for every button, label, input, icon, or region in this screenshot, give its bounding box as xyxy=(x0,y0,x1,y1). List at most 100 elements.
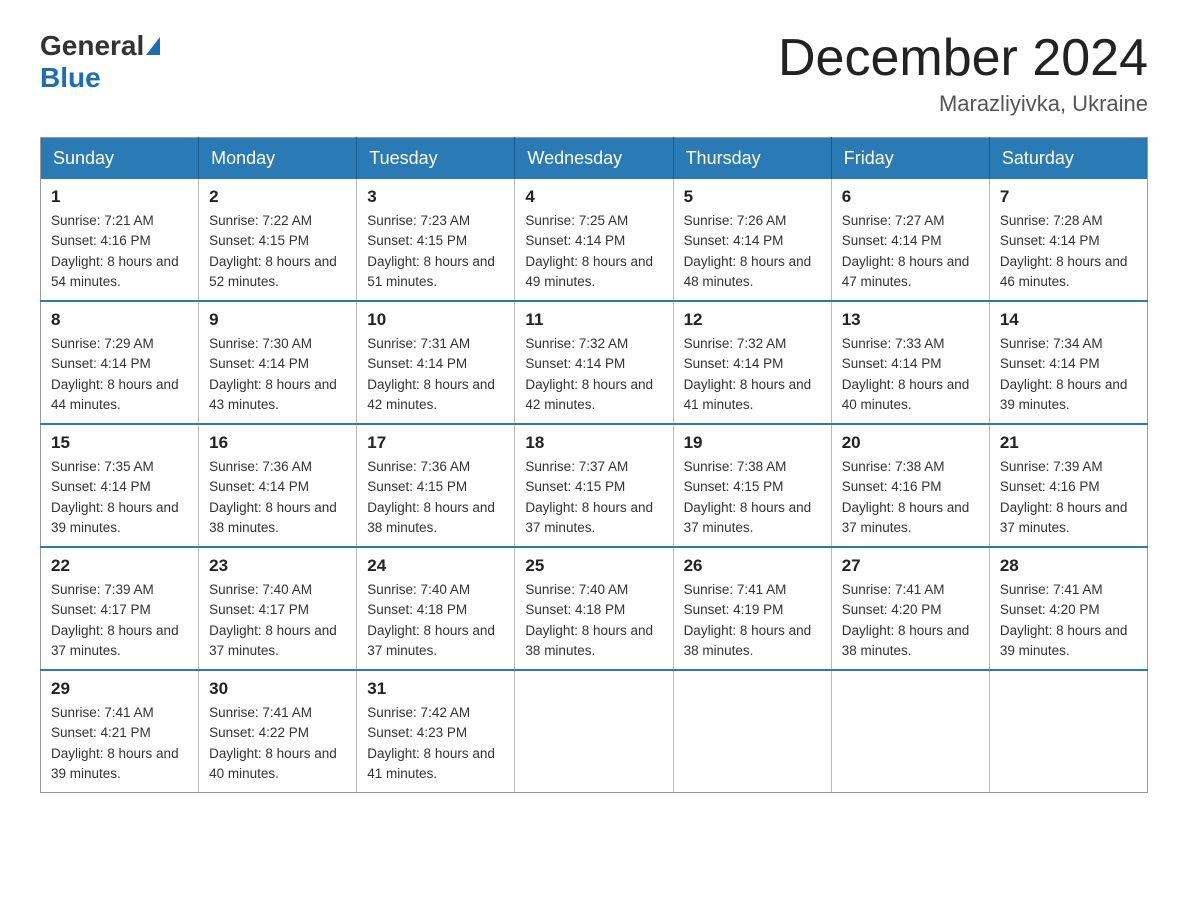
logo-general-text: General xyxy=(40,30,144,62)
day-number: 12 xyxy=(684,310,821,330)
calendar-day-cell: 7Sunrise: 7:28 AMSunset: 4:14 PMDaylight… xyxy=(989,179,1147,301)
weekday-header-sunday: Sunday xyxy=(41,138,199,180)
day-sun-info: Sunrise: 7:36 AMSunset: 4:14 PMDaylight:… xyxy=(209,457,346,538)
day-number: 16 xyxy=(209,433,346,453)
day-number: 10 xyxy=(367,310,504,330)
day-number: 11 xyxy=(525,310,662,330)
logo-triangle-icon xyxy=(146,37,160,55)
location-subtitle: Marazliyivka, Ukraine xyxy=(778,91,1148,117)
day-sun-info: Sunrise: 7:39 AMSunset: 4:17 PMDaylight:… xyxy=(51,580,188,661)
calendar-table: SundayMondayTuesdayWednesdayThursdayFrid… xyxy=(40,137,1148,793)
day-number: 19 xyxy=(684,433,821,453)
day-number: 27 xyxy=(842,556,979,576)
day-sun-info: Sunrise: 7:42 AMSunset: 4:23 PMDaylight:… xyxy=(367,703,504,784)
calendar-week-row: 22 Sunrise: 7:39 AMSunset: 4:17 PMDayligh… xyxy=(41,547,1148,670)
day-sun-info: Sunrise: 7:40 AMSunset: 4:18 PMDaylight:… xyxy=(367,580,504,661)
day-number: 18 xyxy=(525,433,662,453)
day-sun-info: Sunrise: 7:30 AMSunset: 4:14 PMDaylight:… xyxy=(209,334,346,415)
calendar-empty-cell xyxy=(989,670,1147,793)
calendar-day-cell: 6 Sunrise: 7:27 AMSunset: 4:14 PMDaylight… xyxy=(831,179,989,301)
calendar-day-cell: 25 Sunrise: 7:40 AMSunset: 4:18 PMDayligh… xyxy=(515,547,673,670)
day-sun-info: Sunrise: 7:40 AMSunset: 4:18 PMDaylight:… xyxy=(525,580,662,661)
weekday-header-wednesday: Wednesday xyxy=(515,138,673,180)
calendar-empty-cell xyxy=(831,670,989,793)
calendar-week-row: 1 Sunrise: 7:21 AMSunset: 4:16 PMDaylight… xyxy=(41,179,1148,301)
day-number: 24 xyxy=(367,556,504,576)
day-number: 31 xyxy=(367,679,504,699)
day-number: 2 xyxy=(209,187,346,207)
calendar-day-cell: 14 Sunrise: 7:34 AMSunset: 4:14 PMDayligh… xyxy=(989,301,1147,424)
day-sun-info: Sunrise: 7:39 AMSunset: 4:16 PMDaylight:… xyxy=(1000,457,1137,538)
day-sun-info: Sunrise: 7:33 AMSunset: 4:14 PMDaylight:… xyxy=(842,334,979,415)
month-title: December 2024 xyxy=(778,30,1148,87)
calendar-day-cell: 12 Sunrise: 7:32 AMSunset: 4:14 PMDayligh… xyxy=(673,301,831,424)
calendar-header-row: SundayMondayTuesdayWednesdayThursdayFrid… xyxy=(41,138,1148,180)
day-number: 30 xyxy=(209,679,346,699)
calendar-day-cell: 26 Sunrise: 7:41 AMSunset: 4:19 PMDayligh… xyxy=(673,547,831,670)
day-sun-info: Sunrise: 7:41 AMSunset: 4:20 PMDaylight:… xyxy=(842,580,979,661)
day-number: 15 xyxy=(51,433,188,453)
day-number: 7 xyxy=(1000,187,1137,207)
day-number: 17 xyxy=(367,433,504,453)
calendar-week-row: 29Sunrise: 7:41 AMSunset: 4:21 PMDayligh… xyxy=(41,670,1148,793)
calendar-day-cell: 24 Sunrise: 7:40 AMSunset: 4:18 PMDayligh… xyxy=(357,547,515,670)
day-sun-info: Sunrise: 7:21 AMSunset: 4:16 PMDaylight:… xyxy=(51,211,188,292)
day-sun-info: Sunrise: 7:40 AMSunset: 4:17 PMDaylight:… xyxy=(209,580,346,661)
day-number: 5 xyxy=(684,187,821,207)
calendar-day-cell: 16 Sunrise: 7:36 AMSunset: 4:14 PMDayligh… xyxy=(199,424,357,547)
calendar-day-cell: 5Sunrise: 7:26 AMSunset: 4:14 PMDaylight… xyxy=(673,179,831,301)
day-number: 22 xyxy=(51,556,188,576)
calendar-day-cell: 27 Sunrise: 7:41 AMSunset: 4:20 PMDayligh… xyxy=(831,547,989,670)
day-sun-info: Sunrise: 7:22 AMSunset: 4:15 PMDaylight:… xyxy=(209,211,346,292)
calendar-day-cell: 29Sunrise: 7:41 AMSunset: 4:21 PMDayligh… xyxy=(41,670,199,793)
calendar-empty-cell xyxy=(673,670,831,793)
calendar-day-cell: 21 Sunrise: 7:39 AMSunset: 4:16 PMDayligh… xyxy=(989,424,1147,547)
day-sun-info: Sunrise: 7:34 AMSunset: 4:14 PMDaylight:… xyxy=(1000,334,1137,415)
day-sun-info: Sunrise: 7:23 AMSunset: 4:15 PMDaylight:… xyxy=(367,211,504,292)
calendar-day-cell: 4Sunrise: 7:25 AMSunset: 4:14 PMDaylight… xyxy=(515,179,673,301)
day-number: 14 xyxy=(1000,310,1137,330)
day-sun-info: Sunrise: 7:41 AMSunset: 4:22 PMDaylight:… xyxy=(209,703,346,784)
calendar-day-cell: 9 Sunrise: 7:30 AMSunset: 4:14 PMDaylight… xyxy=(199,301,357,424)
weekday-header-saturday: Saturday xyxy=(989,138,1147,180)
day-number: 25 xyxy=(525,556,662,576)
day-number: 4 xyxy=(525,187,662,207)
calendar-week-row: 8Sunrise: 7:29 AMSunset: 4:14 PMDaylight… xyxy=(41,301,1148,424)
day-sun-info: Sunrise: 7:31 AMSunset: 4:14 PMDaylight:… xyxy=(367,334,504,415)
day-number: 1 xyxy=(51,187,188,207)
calendar-week-row: 15 Sunrise: 7:35 AMSunset: 4:14 PMDayligh… xyxy=(41,424,1148,547)
day-sun-info: Sunrise: 7:41 AMSunset: 4:19 PMDaylight:… xyxy=(684,580,821,661)
day-number: 6 xyxy=(842,187,979,207)
calendar-day-cell: 11 Sunrise: 7:32 AMSunset: 4:14 PMDayligh… xyxy=(515,301,673,424)
day-sun-info: Sunrise: 7:27 AMSunset: 4:14 PMDaylight:… xyxy=(842,211,979,292)
weekday-header-tuesday: Tuesday xyxy=(357,138,515,180)
weekday-header-friday: Friday xyxy=(831,138,989,180)
logo: General Blue xyxy=(40,30,162,94)
day-number: 3 xyxy=(367,187,504,207)
day-number: 20 xyxy=(842,433,979,453)
day-sun-info: Sunrise: 7:38 AMSunset: 4:16 PMDaylight:… xyxy=(842,457,979,538)
calendar-day-cell: 15 Sunrise: 7:35 AMSunset: 4:14 PMDayligh… xyxy=(41,424,199,547)
calendar-day-cell: 22 Sunrise: 7:39 AMSunset: 4:17 PMDayligh… xyxy=(41,547,199,670)
day-number: 9 xyxy=(209,310,346,330)
day-number: 21 xyxy=(1000,433,1137,453)
calendar-day-cell: 30 Sunrise: 7:41 AMSunset: 4:22 PMDayligh… xyxy=(199,670,357,793)
calendar-day-cell: 19Sunrise: 7:38 AMSunset: 4:15 PMDayligh… xyxy=(673,424,831,547)
day-sun-info: Sunrise: 7:32 AMSunset: 4:14 PMDaylight:… xyxy=(684,334,821,415)
calendar-day-cell: 31 Sunrise: 7:42 AMSunset: 4:23 PMDayligh… xyxy=(357,670,515,793)
title-area: December 2024 Marazliyivka, Ukraine xyxy=(778,30,1148,117)
day-sun-info: Sunrise: 7:32 AMSunset: 4:14 PMDaylight:… xyxy=(525,334,662,415)
day-number: 26 xyxy=(684,556,821,576)
calendar-day-cell: 3 Sunrise: 7:23 AMSunset: 4:15 PMDaylight… xyxy=(357,179,515,301)
calendar-day-cell: 2 Sunrise: 7:22 AMSunset: 4:15 PMDaylight… xyxy=(199,179,357,301)
day-number: 29 xyxy=(51,679,188,699)
calendar-day-cell: 28Sunrise: 7:41 AMSunset: 4:20 PMDayligh… xyxy=(989,547,1147,670)
day-sun-info: Sunrise: 7:29 AMSunset: 4:14 PMDaylight:… xyxy=(51,334,188,415)
calendar-day-cell: 17Sunrise: 7:36 AMSunset: 4:15 PMDayligh… xyxy=(357,424,515,547)
calendar-day-cell: 23Sunrise: 7:40 AMSunset: 4:17 PMDayligh… xyxy=(199,547,357,670)
day-sun-info: Sunrise: 7:35 AMSunset: 4:14 PMDaylight:… xyxy=(51,457,188,538)
day-sun-info: Sunrise: 7:37 AMSunset: 4:15 PMDaylight:… xyxy=(525,457,662,538)
weekday-header-thursday: Thursday xyxy=(673,138,831,180)
day-sun-info: Sunrise: 7:41 AMSunset: 4:20 PMDaylight:… xyxy=(1000,580,1137,661)
calendar-day-cell: 8Sunrise: 7:29 AMSunset: 4:14 PMDaylight… xyxy=(41,301,199,424)
